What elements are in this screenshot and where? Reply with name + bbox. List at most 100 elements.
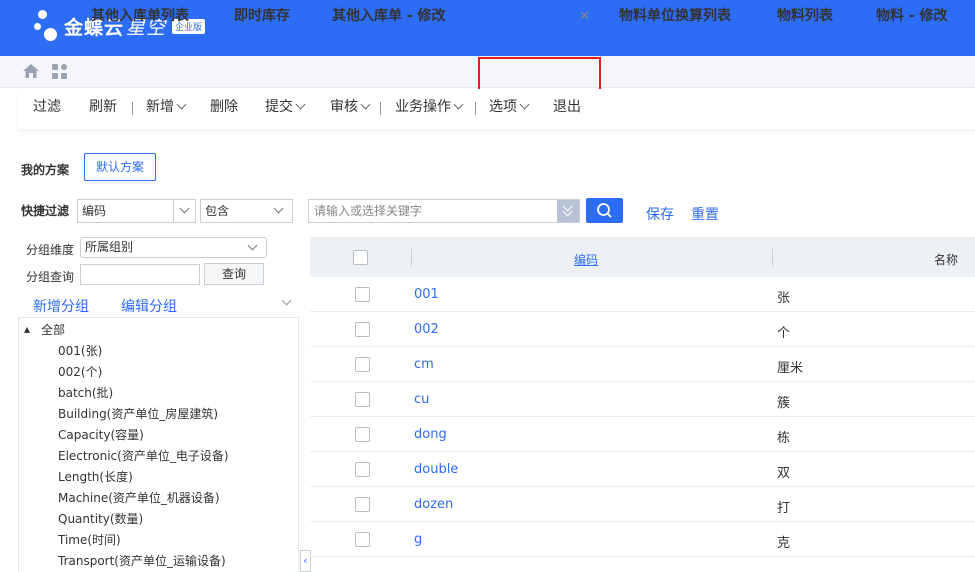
- tree-root-all[interactable]: 全部: [41, 321, 65, 338]
- query-button[interactable]: 查询: [204, 263, 264, 285]
- tree-item[interactable]: 001(张): [58, 342, 102, 359]
- group-query-label: 分组查询: [26, 270, 75, 284]
- grid-header: 编码 名称: [310, 237, 975, 277]
- cell-code[interactable]: g: [414, 532, 422, 547]
- search-icon: [597, 203, 612, 218]
- row-checkbox[interactable]: [355, 532, 370, 547]
- tab-material-unit-conversion[interactable]: 物料单位换算列表: [619, 0, 731, 32]
- table-row[interactable]: 002 个: [310, 312, 975, 347]
- column-divider: [411, 249, 412, 267]
- tab-other-inbound-edit[interactable]: 其他入库单 - 修改: [332, 0, 446, 32]
- tree-item[interactable]: Quantity(数量): [58, 510, 143, 527]
- tree-item[interactable]: Capacity(容量): [58, 426, 144, 443]
- filter-operator-select[interactable]: 包含: [200, 199, 293, 223]
- chevron-down-icon: [453, 99, 464, 110]
- tree-item[interactable]: Electronic(资产单位_电子设备): [58, 447, 229, 464]
- column-header-name[interactable]: 名称: [934, 251, 958, 268]
- tree-item[interactable]: Transport(资产单位_运输设备): [58, 552, 226, 569]
- cell-name: 厘米: [777, 361, 804, 376]
- cell-name: 双: [777, 466, 791, 481]
- filter-button[interactable]: 过滤: [33, 89, 61, 125]
- chevron-down-icon: [519, 99, 530, 110]
- row-checkbox[interactable]: [355, 322, 370, 337]
- chevron-down-icon: [360, 99, 371, 110]
- cell-code[interactable]: dozen: [414, 497, 453, 512]
- cell-name: 栋: [777, 431, 791, 446]
- add-group-link[interactable]: 新增分组: [33, 296, 89, 316]
- add-button[interactable]: 新增: [146, 89, 187, 125]
- chevron-down-icon[interactable]: [281, 295, 292, 306]
- cell-name: 张: [777, 291, 791, 306]
- tab-bar: [0, 56, 975, 88]
- chevron-down-icon: [173, 200, 195, 222]
- chevron-down-icon: [242, 237, 264, 256]
- table-row[interactable]: 001 张: [310, 277, 975, 312]
- group-query-input[interactable]: [80, 264, 200, 285]
- tab-unit-list[interactable]: 计量单位列表 ✕: [491, 0, 590, 32]
- search-button[interactable]: [586, 198, 623, 223]
- toolbar: 过滤 刷新 新增 删除 提交 审核 业务操作 选项 退出: [18, 89, 975, 129]
- row-checkbox[interactable]: [355, 357, 370, 372]
- cell-code[interactable]: dong: [414, 427, 447, 442]
- double-chevron-down-icon[interactable]: [557, 200, 579, 222]
- cell-code[interactable]: double: [414, 462, 458, 477]
- tree-item[interactable]: Time(时间): [58, 531, 121, 548]
- quick-filter-label: 快捷过滤: [21, 204, 70, 218]
- submit-button[interactable]: 提交: [265, 89, 306, 125]
- tree-item[interactable]: batch(批): [58, 384, 113, 401]
- cell-code[interactable]: 001: [414, 287, 439, 302]
- tab-instant-inventory[interactable]: 即时库存: [234, 0, 290, 32]
- group-dimension-select[interactable]: 所属组别: [80, 237, 267, 258]
- row-checkbox[interactable]: [355, 462, 370, 477]
- group-tree: ▴ 全部 001(张) 002(个) batch(批) Building(资产单…: [18, 317, 299, 572]
- tab-other-inbound-list[interactable]: 其他入库单列表: [91, 0, 189, 32]
- exit-button[interactable]: 退出: [553, 89, 581, 125]
- chevron-down-icon: [268, 200, 290, 222]
- cell-code[interactable]: cm: [414, 357, 434, 372]
- table-row[interactable]: double 双: [310, 452, 975, 487]
- audit-button[interactable]: 审核: [330, 89, 371, 125]
- select-all-checkbox[interactable]: [353, 250, 368, 265]
- table-row[interactable]: dong 栋: [310, 417, 975, 452]
- tab-material-list[interactable]: 物料列表: [777, 0, 833, 32]
- logo-dots-icon: [32, 6, 64, 46]
- tree-item[interactable]: Building(资产单位_房屋建筑): [58, 405, 218, 422]
- row-checkbox[interactable]: [355, 392, 370, 407]
- delete-button[interactable]: 删除: [210, 89, 238, 125]
- apps-icon[interactable]: [51, 63, 68, 80]
- cell-name: 簇: [777, 396, 791, 411]
- tab-material-edit[interactable]: 物料 - 修改: [876, 0, 948, 32]
- keyword-input[interactable]: 请输入或选择关键字: [308, 199, 580, 223]
- table-row[interactable]: g 克: [310, 522, 975, 557]
- column-header-code[interactable]: 编码: [574, 251, 598, 268]
- table-row[interactable]: dozen 打: [310, 487, 975, 522]
- filter-field-select[interactable]: 编码: [77, 199, 196, 223]
- home-icon[interactable]: [22, 62, 40, 80]
- tree-item[interactable]: Length(长度): [58, 468, 133, 485]
- chevron-down-icon: [295, 99, 306, 110]
- edit-group-link[interactable]: 编辑分组: [121, 296, 177, 316]
- cell-code[interactable]: cu: [414, 392, 429, 407]
- tree-expand-icon[interactable]: ▴: [24, 322, 30, 336]
- row-checkbox[interactable]: [355, 427, 370, 442]
- business-ops-button[interactable]: 业务操作: [395, 89, 464, 125]
- table-row[interactable]: cu 簇: [310, 382, 975, 417]
- active-tab-underline: [491, 28, 578, 30]
- save-link[interactable]: 保存: [646, 204, 674, 224]
- row-checkbox[interactable]: [355, 287, 370, 302]
- tree-item[interactable]: 002(个): [58, 363, 102, 380]
- unit-grid: 编码 名称 001 张 002 个 cm 厘米 cu 簇 dong 栋 doub…: [310, 237, 975, 572]
- tree-item[interactable]: Machine(资产单位_机器设备): [58, 489, 220, 506]
- table-row[interactable]: cm 厘米: [310, 347, 975, 382]
- default-scheme-button[interactable]: 默认方案: [84, 153, 156, 181]
- row-checkbox[interactable]: [355, 497, 370, 512]
- close-icon[interactable]: ✕: [579, 9, 590, 24]
- reset-link[interactable]: 重置: [691, 204, 719, 224]
- options-button[interactable]: 选项: [489, 89, 530, 125]
- cell-name: 个: [777, 326, 791, 341]
- cell-name: 克: [777, 536, 791, 551]
- group-dimension-label: 分组维度: [26, 243, 75, 257]
- toolbar-divider: [380, 102, 381, 115]
- cell-code[interactable]: 002: [414, 322, 439, 337]
- refresh-button[interactable]: 刷新: [89, 89, 117, 125]
